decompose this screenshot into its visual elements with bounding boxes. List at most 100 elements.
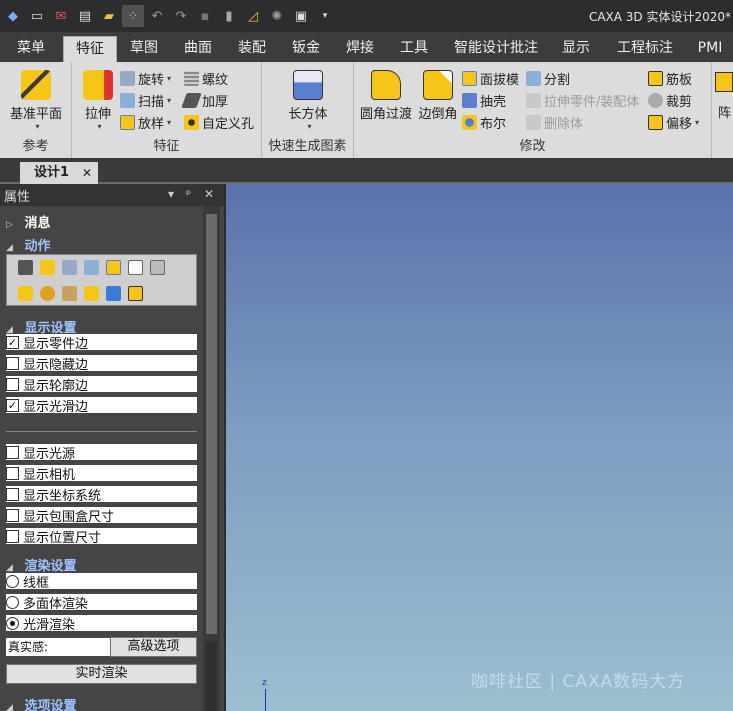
option-smooth-render[interactable]: 光滑渲染 (6, 615, 197, 633)
option-show-hidden-edges[interactable]: 显示隐藏边 (6, 355, 197, 373)
wizard-icon[interactable]: ⁘ (122, 5, 144, 27)
action-link-icon[interactable] (128, 286, 143, 301)
checkbox-bounding-box-size[interactable] (6, 508, 19, 522)
panel-pin-icon[interactable]: ᵖ (186, 187, 191, 201)
open-folder-icon[interactable]: ▰ (98, 5, 120, 27)
option-show-light-source[interactable]: 显示光源 (6, 444, 197, 462)
action-revolve-icon[interactable] (62, 260, 77, 275)
extrude-button[interactable]: 拉伸 ▾ (78, 70, 118, 131)
action-table-icon[interactable] (62, 286, 77, 301)
checkbox-silhouette-edges[interactable] (6, 377, 19, 391)
checkbox-camera[interactable] (6, 466, 19, 480)
action-axis-icon[interactable] (106, 286, 121, 301)
option-show-position-size[interactable]: 显示位置尺寸 (6, 528, 197, 546)
option-show-bounding-box-size[interactable]: 显示包围盒尺寸 (6, 507, 197, 525)
tab-engineering-annotation[interactable]: 工程标注 (610, 38, 680, 62)
tab-sketch[interactable]: 草图 (122, 38, 166, 62)
checkbox-hidden-edges[interactable] (6, 356, 19, 370)
3d-viewport[interactable]: z 咖啡社区 | CAXA数码大方 (224, 184, 733, 711)
tab-menu[interactable]: 菜单 (8, 38, 54, 62)
action-box-icon[interactable] (18, 286, 33, 301)
radio-smooth-render[interactable] (6, 616, 19, 630)
sweep-button[interactable]: 扫描 ▾ (120, 90, 171, 110)
radio-polyhedral-render[interactable] (6, 595, 19, 609)
fillet-button[interactable]: 圆角过渡 (358, 70, 414, 122)
undo-icon[interactable]: ↶ (146, 5, 168, 27)
shell-button[interactable]: 抽壳 (462, 90, 506, 110)
face-draft-button[interactable]: 面拔模 (462, 68, 519, 88)
document-tab[interactable]: 设计1 ✕ (20, 162, 98, 184)
chamfer-button[interactable]: 边倒角 (416, 70, 460, 122)
option-show-part-edges[interactable]: ✓ 显示零件边 (6, 334, 197, 352)
bar-icon[interactable]: ▮ (218, 5, 240, 27)
redo-icon[interactable]: ↷ (170, 5, 192, 27)
checkbox-light-source[interactable] (6, 445, 19, 459)
action-extrude-icon[interactable] (40, 260, 55, 275)
revolve-button[interactable]: 旋转 ▾ (120, 68, 171, 88)
thread-button[interactable]: 螺纹 (184, 68, 228, 88)
array-label[interactable]: 阵 (718, 102, 731, 121)
action-sweep-icon[interactable] (84, 260, 99, 275)
option-show-camera[interactable]: 显示相机 (6, 465, 197, 483)
tab-assembly[interactable]: 装配 (230, 38, 274, 62)
loft-button[interactable]: 放样 ▾ (120, 112, 171, 132)
array-icon[interactable] (715, 72, 733, 92)
option-polyhedral-render[interactable]: 多面体渲染 (6, 594, 197, 612)
action-image-icon[interactable] (150, 260, 165, 275)
action-list-icon[interactable] (18, 260, 33, 275)
tab-surface[interactable]: 曲面 (176, 38, 220, 62)
option-show-smooth-edges[interactable]: ✓ 显示光滑边 (6, 397, 197, 415)
realism-label: 真实感: (6, 638, 110, 656)
app-logo-icon[interactable]: ◆ (2, 5, 24, 27)
panel-close-icon[interactable]: ✕ (204, 187, 214, 201)
datum-plane-button[interactable]: 基准平面 ▾ (6, 70, 66, 131)
option-show-silhouette-edges[interactable]: 显示轮廓边 (6, 376, 197, 394)
section-actions[interactable]: ◢ 动作 (6, 235, 51, 254)
mail-icon[interactable]: ✉ (50, 5, 72, 27)
offset-button[interactable]: 偏移 ▾ (648, 112, 699, 132)
import-icon[interactable]: ▤ (74, 5, 96, 27)
split-button[interactable]: 分割 (526, 68, 570, 88)
action-gear-icon[interactable] (40, 286, 55, 301)
action-edit-icon[interactable] (128, 260, 143, 275)
section-options-settings[interactable]: ◢ 选项设置 (6, 695, 77, 711)
trim-button[interactable]: 裁剪 (648, 90, 692, 110)
delete-body-button[interactable]: 删除体 (526, 112, 583, 132)
tab-pmi[interactable]: PMI (690, 38, 730, 62)
thicken-button[interactable]: 加厚 (181, 90, 228, 110)
tab-welding[interactable]: 焊接 (338, 38, 382, 62)
document-tab-close-icon[interactable]: ✕ (82, 162, 92, 184)
triangle-ruler-icon[interactable]: ◿ (242, 5, 264, 27)
tab-smart-design-annotation[interactable]: 智能设计批注 (446, 38, 546, 62)
gray-box-icon[interactable]: ▪ (194, 5, 216, 27)
checkbox-part-edges[interactable]: ✓ (6, 335, 19, 349)
checkbox-coordinate-system[interactable] (6, 487, 19, 501)
realtime-render-button[interactable]: 实时渲染 (6, 664, 197, 684)
box-button[interactable]: 长方体 ▾ (278, 70, 338, 131)
panel-dropdown-icon[interactable]: ▾ (168, 187, 174, 201)
gear-icon[interactable]: ✺ (266, 5, 288, 27)
save-icon[interactable]: ▣ (290, 5, 312, 27)
radio-wireframe[interactable] (6, 574, 19, 588)
action-loft-icon[interactable] (106, 260, 121, 275)
rib-button[interactable]: 筋板 (648, 68, 692, 88)
tab-display[interactable]: 显示 (556, 38, 596, 62)
checkbox-position-size[interactable] (6, 529, 19, 543)
section-messages[interactable]: ▷ 消息 (6, 212, 51, 231)
customize-dropdown-icon[interactable]: ▾ (314, 5, 336, 27)
panel-scroll-thumb[interactable] (206, 214, 217, 634)
boolean-button[interactable]: 布尔 (462, 112, 506, 132)
custom-hole-button[interactable]: 自定义孔 (184, 112, 254, 132)
tab-feature[interactable]: 特征 (63, 36, 117, 64)
advanced-options-button[interactable]: 高级选项 (110, 637, 197, 657)
tab-tools[interactable]: 工具 (392, 38, 436, 62)
tab-sheetmetal[interactable]: 钣金 (284, 38, 328, 62)
option-wireframe[interactable]: 线框 (6, 573, 197, 591)
action-assembly-icon[interactable] (84, 286, 99, 301)
option-show-coordinate-system[interactable]: 显示坐标系统 (6, 486, 197, 504)
checkbox-smooth-edges[interactable]: ✓ (6, 398, 19, 412)
extrude-part-assembly-button[interactable]: 拉伸零件/装配体 (526, 90, 639, 110)
panel-scrollbar[interactable] (203, 206, 220, 711)
new-file-icon[interactable]: ▭ (26, 5, 48, 27)
thread-icon (184, 70, 199, 86)
